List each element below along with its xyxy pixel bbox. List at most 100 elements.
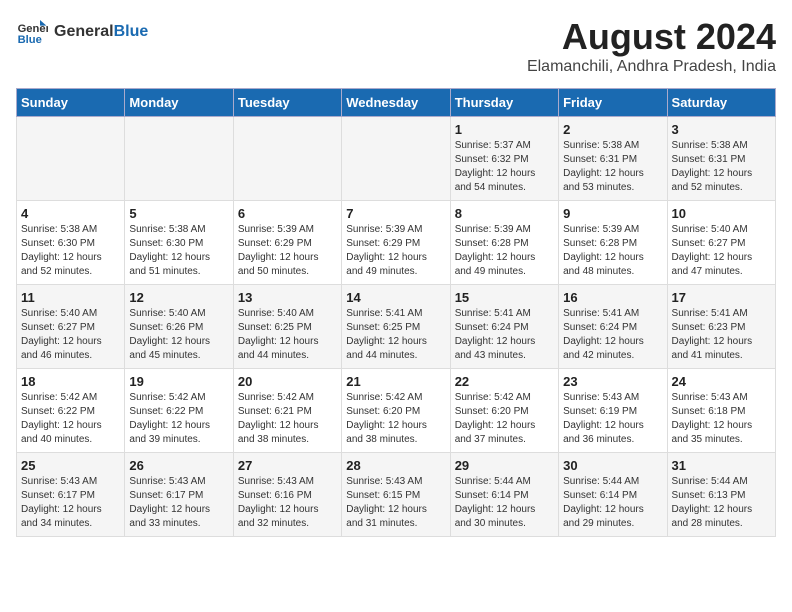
day-info: Sunrise: 5:42 AM Sunset: 6:22 PM Dayligh… xyxy=(21,391,120,447)
day-info: Sunrise: 5:39 AM Sunset: 6:29 PM Dayligh… xyxy=(238,223,337,279)
day-info: Sunrise: 5:44 AM Sunset: 6:14 PM Dayligh… xyxy=(455,475,554,531)
day-info: Sunrise: 5:39 AM Sunset: 6:28 PM Dayligh… xyxy=(455,223,554,279)
day-info: Sunrise: 5:38 AM Sunset: 6:31 PM Dayligh… xyxy=(672,139,771,195)
day-cell: 31 Sunrise: 5:44 AM Sunset: 6:13 PM Dayli… xyxy=(667,453,775,537)
day-info: Sunrise: 5:42 AM Sunset: 6:20 PM Dayligh… xyxy=(455,391,554,447)
day-number: 7 xyxy=(346,206,445,221)
col-thursday: Thursday xyxy=(450,89,558,117)
day-number: 28 xyxy=(346,458,445,473)
day-cell: 11 Sunrise: 5:40 AM Sunset: 6:27 PM Dayli… xyxy=(17,285,125,369)
day-cell: 29 Sunrise: 5:44 AM Sunset: 6:14 PM Dayli… xyxy=(450,453,558,537)
day-number: 23 xyxy=(563,374,662,389)
day-cell: 5 Sunrise: 5:38 AM Sunset: 6:30 PM Daylig… xyxy=(125,201,233,285)
day-cell: 20 Sunrise: 5:42 AM Sunset: 6:21 PM Dayli… xyxy=(233,369,341,453)
day-cell: 28 Sunrise: 5:43 AM Sunset: 6:15 PM Dayli… xyxy=(342,453,450,537)
day-cell: 14 Sunrise: 5:41 AM Sunset: 6:25 PM Dayli… xyxy=(342,285,450,369)
day-cell: 22 Sunrise: 5:42 AM Sunset: 6:20 PM Dayli… xyxy=(450,369,558,453)
day-number: 20 xyxy=(238,374,337,389)
day-number: 9 xyxy=(563,206,662,221)
day-info: Sunrise: 5:40 AM Sunset: 6:25 PM Dayligh… xyxy=(238,307,337,363)
day-cell: 17 Sunrise: 5:41 AM Sunset: 6:23 PM Dayli… xyxy=(667,285,775,369)
day-info: Sunrise: 5:42 AM Sunset: 6:22 PM Dayligh… xyxy=(129,391,228,447)
day-info: Sunrise: 5:44 AM Sunset: 6:14 PM Dayligh… xyxy=(563,475,662,531)
day-info: Sunrise: 5:40 AM Sunset: 6:27 PM Dayligh… xyxy=(21,307,120,363)
day-number: 16 xyxy=(563,290,662,305)
day-info: Sunrise: 5:44 AM Sunset: 6:13 PM Dayligh… xyxy=(672,475,771,531)
day-cell xyxy=(342,117,450,201)
day-number: 14 xyxy=(346,290,445,305)
day-cell xyxy=(17,117,125,201)
logo-general: GeneralBlue xyxy=(54,23,148,41)
day-info: Sunrise: 5:41 AM Sunset: 6:24 PM Dayligh… xyxy=(563,307,662,363)
day-cell: 1 Sunrise: 5:37 AM Sunset: 6:32 PM Daylig… xyxy=(450,117,558,201)
day-cell: 2Sunrise: 5:38 AM Sunset: 6:31 PM Daylig… xyxy=(559,117,667,201)
day-cell: 6Sunrise: 5:39 AM Sunset: 6:29 PM Daylig… xyxy=(233,201,341,285)
day-cell: 24Sunrise: 5:43 AM Sunset: 6:18 PM Dayli… xyxy=(667,369,775,453)
day-info: Sunrise: 5:43 AM Sunset: 6:16 PM Dayligh… xyxy=(238,475,337,531)
day-info: Sunrise: 5:43 AM Sunset: 6:17 PM Dayligh… xyxy=(21,475,120,531)
day-number: 10 xyxy=(672,206,771,221)
day-info: Sunrise: 5:38 AM Sunset: 6:30 PM Dayligh… xyxy=(129,223,228,279)
day-info: Sunrise: 5:37 AM Sunset: 6:32 PM Dayligh… xyxy=(455,139,554,195)
main-title: August 2024 xyxy=(527,16,776,58)
day-info: Sunrise: 5:41 AM Sunset: 6:25 PM Dayligh… xyxy=(346,307,445,363)
day-cell: 30Sunrise: 5:44 AM Sunset: 6:14 PM Dayli… xyxy=(559,453,667,537)
day-number: 8 xyxy=(455,206,554,221)
logo-icon: General Blue xyxy=(16,16,48,48)
day-cell: 18Sunrise: 5:42 AM Sunset: 6:22 PM Dayli… xyxy=(17,369,125,453)
day-info: Sunrise: 5:42 AM Sunset: 6:21 PM Dayligh… xyxy=(238,391,337,447)
day-cell: 12Sunrise: 5:40 AM Sunset: 6:26 PM Dayli… xyxy=(125,285,233,369)
col-wednesday: Wednesday xyxy=(342,89,450,117)
day-cell: 3Sunrise: 5:38 AM Sunset: 6:31 PM Daylig… xyxy=(667,117,775,201)
day-info: Sunrise: 5:41 AM Sunset: 6:23 PM Dayligh… xyxy=(672,307,771,363)
day-number: 2 xyxy=(563,122,662,137)
col-sunday: Sunday xyxy=(17,89,125,117)
week-row-0: 1 Sunrise: 5:37 AM Sunset: 6:32 PM Daylig… xyxy=(17,117,776,201)
day-number: 17 xyxy=(672,290,771,305)
day-info: Sunrise: 5:40 AM Sunset: 6:27 PM Dayligh… xyxy=(672,223,771,279)
day-cell: 8 Sunrise: 5:39 AM Sunset: 6:28 PM Daylig… xyxy=(450,201,558,285)
week-row-1: 4Sunrise: 5:38 AM Sunset: 6:30 PM Daylig… xyxy=(17,201,776,285)
calendar-table: Sunday Monday Tuesday Wednesday Thursday… xyxy=(16,88,776,537)
col-friday: Friday xyxy=(559,89,667,117)
day-cell: 25 Sunrise: 5:43 AM Sunset: 6:17 PM Dayli… xyxy=(17,453,125,537)
day-number: 25 xyxy=(21,458,120,473)
day-cell: 23 Sunrise: 5:43 AM Sunset: 6:19 PM Dayli… xyxy=(559,369,667,453)
day-info: Sunrise: 5:43 AM Sunset: 6:18 PM Dayligh… xyxy=(672,391,771,447)
col-tuesday: Tuesday xyxy=(233,89,341,117)
day-number: 19 xyxy=(129,374,228,389)
day-number: 29 xyxy=(455,458,554,473)
day-number: 27 xyxy=(238,458,337,473)
day-cell xyxy=(125,117,233,201)
title-area: August 2024 Elamanchili, Andhra Pradesh,… xyxy=(527,16,776,76)
week-row-3: 18Sunrise: 5:42 AM Sunset: 6:22 PM Dayli… xyxy=(17,369,776,453)
day-info: Sunrise: 5:43 AM Sunset: 6:15 PM Dayligh… xyxy=(346,475,445,531)
day-cell: 26 Sunrise: 5:43 AM Sunset: 6:17 PM Dayli… xyxy=(125,453,233,537)
col-saturday: Saturday xyxy=(667,89,775,117)
day-info: Sunrise: 5:42 AM Sunset: 6:20 PM Dayligh… xyxy=(346,391,445,447)
day-number: 21 xyxy=(346,374,445,389)
day-number: 15 xyxy=(455,290,554,305)
day-number: 13 xyxy=(238,290,337,305)
day-number: 31 xyxy=(672,458,771,473)
svg-text:Blue: Blue xyxy=(18,34,42,46)
header: General Blue GeneralBlue August 2024 Ela… xyxy=(16,16,776,76)
day-cell: 13 Sunrise: 5:40 AM Sunset: 6:25 PM Dayli… xyxy=(233,285,341,369)
sub-title: Elamanchili, Andhra Pradesh, India xyxy=(527,58,776,76)
day-info: Sunrise: 5:39 AM Sunset: 6:29 PM Dayligh… xyxy=(346,223,445,279)
day-cell: 10 Sunrise: 5:40 AM Sunset: 6:27 PM Dayli… xyxy=(667,201,775,285)
day-info: Sunrise: 5:43 AM Sunset: 6:17 PM Dayligh… xyxy=(129,475,228,531)
day-number: 1 xyxy=(455,122,554,137)
day-number: 11 xyxy=(21,290,120,305)
logo: General Blue GeneralBlue xyxy=(16,16,148,48)
day-cell xyxy=(233,117,341,201)
header-row: Sunday Monday Tuesday Wednesday Thursday… xyxy=(17,89,776,117)
day-info: Sunrise: 5:43 AM Sunset: 6:19 PM Dayligh… xyxy=(563,391,662,447)
day-cell: 4Sunrise: 5:38 AM Sunset: 6:30 PM Daylig… xyxy=(17,201,125,285)
day-info: Sunrise: 5:38 AM Sunset: 6:30 PM Dayligh… xyxy=(21,223,120,279)
day-number: 26 xyxy=(129,458,228,473)
day-number: 22 xyxy=(455,374,554,389)
day-number: 5 xyxy=(129,206,228,221)
day-info: Sunrise: 5:41 AM Sunset: 6:24 PM Dayligh… xyxy=(455,307,554,363)
day-cell: 16 Sunrise: 5:41 AM Sunset: 6:24 PM Dayli… xyxy=(559,285,667,369)
